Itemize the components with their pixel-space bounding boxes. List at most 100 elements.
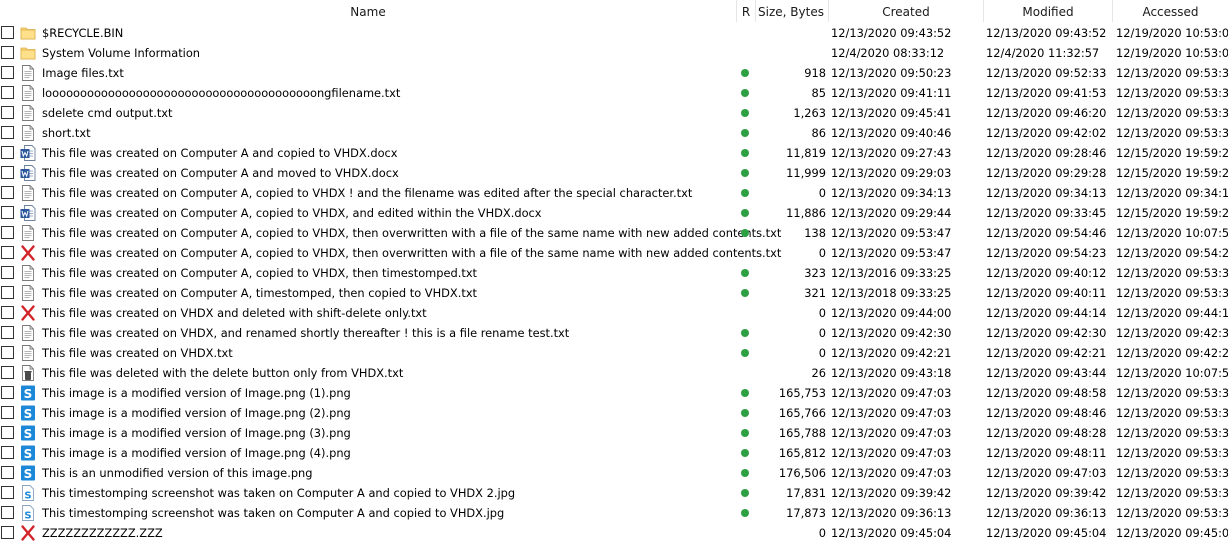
column-header-accessed[interactable]: Accessed bbox=[1113, 0, 1228, 22]
row-checkbox[interactable] bbox=[1, 226, 14, 239]
row-checkbox[interactable] bbox=[1, 206, 14, 219]
file-name[interactable]: $RECYCLE.BIN bbox=[42, 23, 123, 43]
file-name[interactable]: This file was created on VHDX and delete… bbox=[42, 303, 427, 323]
file-row[interactable]: This file was created on Computer A, cop… bbox=[0, 203, 1228, 223]
file-name[interactable]: This file was created on Computer A, cop… bbox=[42, 183, 692, 203]
file-row[interactable]: S This timestomping screenshot was taken … bbox=[0, 503, 1228, 523]
file-name[interactable]: This file was created on Computer A, cop… bbox=[42, 223, 781, 243]
row-checkbox[interactable] bbox=[1, 126, 14, 139]
file-row[interactable]: This file was created on Computer A, cop… bbox=[0, 183, 1228, 203]
file-row[interactable]: This file was created on Computer A, cop… bbox=[0, 223, 1228, 243]
file-name[interactable]: ZZZZZZZZZZZZ.ZZZ bbox=[42, 523, 163, 543]
file-row[interactable]: This file was created on Computer A and … bbox=[0, 163, 1228, 183]
file-row[interactable]: S This image is a modified version of Ima… bbox=[0, 383, 1228, 403]
row-checkbox[interactable] bbox=[1, 326, 14, 339]
row-checkbox[interactable] bbox=[1, 146, 14, 159]
row-checkbox[interactable] bbox=[1, 66, 14, 79]
file-size: 918 bbox=[804, 66, 826, 80]
file-name[interactable]: This file was created on Computer A, cop… bbox=[42, 203, 542, 223]
row-checkbox[interactable] bbox=[1, 26, 14, 39]
file-name[interactable]: This file was created on Computer A and … bbox=[42, 163, 399, 183]
file-row[interactable]: This file was created on Computer A, cop… bbox=[0, 243, 1228, 263]
column-header-name[interactable]: Name bbox=[0, 0, 736, 22]
column-header-size[interactable]: Size, Bytes bbox=[756, 0, 826, 22]
file-size: 11,819 bbox=[786, 146, 826, 160]
file-name[interactable]: This file was deleted with the delete bu… bbox=[42, 363, 403, 383]
row-checkbox[interactable] bbox=[1, 426, 14, 439]
row-checkbox[interactable] bbox=[1, 246, 14, 259]
row-checkbox[interactable] bbox=[1, 466, 14, 479]
file-row[interactable]: This file was created on VHDX and delete… bbox=[0, 303, 1228, 323]
file-name[interactable]: sdelete cmd output.txt bbox=[42, 103, 173, 123]
file-row[interactable]: This file was created on VHDX, and renam… bbox=[0, 323, 1228, 343]
row-checkbox[interactable] bbox=[1, 446, 14, 459]
file-row[interactable]: This file was created on Computer A, cop… bbox=[0, 263, 1228, 283]
file-row[interactable]: S This is an unmodified version of this i… bbox=[0, 463, 1228, 483]
row-checkbox[interactable] bbox=[1, 486, 14, 499]
modified-date: 12/13/2020 09:33:45 bbox=[986, 206, 1107, 220]
file-name[interactable]: This image is a modified version of Imag… bbox=[42, 443, 351, 463]
row-checkbox[interactable] bbox=[1, 526, 14, 539]
file-size: 17,831 bbox=[786, 486, 826, 500]
row-checkbox[interactable] bbox=[1, 266, 14, 279]
row-checkbox[interactable] bbox=[1, 306, 14, 319]
accessed-date: 12/13/2020 09:53:39 bbox=[1116, 466, 1228, 480]
file-row[interactable]: This file was created on VHDX.txt 0 12/13/… bbox=[0, 343, 1228, 363]
row-checkbox[interactable] bbox=[1, 166, 14, 179]
file-row[interactable]: Image files.txt 918 12/13/2020 09:50:23 12/… bbox=[0, 63, 1228, 83]
created-date: 12/13/2020 09:41:11 bbox=[831, 86, 952, 100]
file-name[interactable]: looooooooooooooooooooooooooooooooooooooo… bbox=[42, 83, 400, 103]
row-checkbox[interactable] bbox=[1, 366, 14, 379]
file-row[interactable]: ZZZZZZZZZZZZ.ZZZ 0 12/13/2020 09:45:04 12/1… bbox=[0, 523, 1228, 543]
row-checkbox[interactable] bbox=[1, 346, 14, 359]
file-name[interactable]: This file was created on Computer A and … bbox=[42, 143, 398, 163]
file-row[interactable]: sdelete cmd output.txt 1,263 12/13/2020 09… bbox=[0, 103, 1228, 123]
resident-status-dot bbox=[741, 389, 749, 397]
text-file-icon bbox=[20, 324, 36, 342]
file-row[interactable]: $RECYCLE.BIN 12/13/2020 09:43:52 12/13/202… bbox=[0, 23, 1228, 43]
row-checkbox[interactable] bbox=[1, 406, 14, 419]
file-row[interactable]: S This image is a modified version of Ima… bbox=[0, 423, 1228, 443]
file-name[interactable]: This timestomping screenshot was taken o… bbox=[42, 503, 504, 523]
file-name[interactable]: This image is a modified version of Imag… bbox=[42, 403, 351, 423]
file-name[interactable]: System Volume Information bbox=[42, 43, 200, 63]
created-date: 12/13/2020 09:27:43 bbox=[831, 146, 952, 160]
file-name[interactable]: Image files.txt bbox=[42, 63, 124, 83]
row-checkbox[interactable] bbox=[1, 106, 14, 119]
file-name[interactable]: This file was created on Computer A, cop… bbox=[42, 263, 477, 283]
file-name[interactable]: This file was created on Computer A, tim… bbox=[42, 283, 477, 303]
modified-date: 12/13/2020 09:47:03 bbox=[986, 466, 1107, 480]
file-name[interactable]: This file was created on VHDX, and renam… bbox=[42, 323, 569, 343]
image-file-icon: S bbox=[20, 464, 36, 482]
file-name[interactable]: This image is a modified version of Imag… bbox=[42, 383, 351, 403]
file-row[interactable]: looooooooooooooooooooooooooooooooooooooo… bbox=[0, 83, 1228, 103]
file-name[interactable]: short.txt bbox=[42, 123, 91, 143]
file-name[interactable]: This is an unmodified version of this im… bbox=[42, 463, 313, 483]
row-checkbox[interactable] bbox=[1, 186, 14, 199]
file-row[interactable]: S This image is a modified version of Ima… bbox=[0, 403, 1228, 423]
modified-date: 12/13/2020 09:54:23 bbox=[986, 246, 1107, 260]
file-row[interactable]: short.txt 86 12/13/2020 09:40:46 12/13/2020… bbox=[0, 123, 1228, 143]
file-name[interactable]: This timestomping screenshot was taken o… bbox=[42, 483, 515, 503]
resident-status-dot bbox=[741, 289, 749, 297]
row-checkbox[interactable] bbox=[1, 286, 14, 299]
file-row[interactable]: This file was deleted with the delete bu… bbox=[0, 363, 1228, 383]
row-checkbox[interactable] bbox=[1, 506, 14, 519]
file-name[interactable]: This file was created on VHDX.txt bbox=[42, 343, 233, 363]
file-row[interactable]: This file was created on Computer A and … bbox=[0, 143, 1228, 163]
file-size: 165,766 bbox=[778, 406, 826, 420]
file-name[interactable]: This image is a modified version of Imag… bbox=[42, 423, 351, 443]
file-name[interactable]: This file was created on Computer A, cop… bbox=[42, 243, 781, 263]
row-checkbox[interactable] bbox=[1, 386, 14, 399]
file-row[interactable]: S This timestomping screenshot was taken … bbox=[0, 483, 1228, 503]
modified-date: 12/13/2020 09:42:21 bbox=[986, 346, 1107, 360]
column-header-modified[interactable]: Modified bbox=[984, 0, 1112, 22]
row-checkbox[interactable] bbox=[1, 86, 14, 99]
file-row[interactable]: System Volume Information 12/4/2020 08:33… bbox=[0, 43, 1228, 63]
created-date: 12/13/2020 09:42:21 bbox=[831, 346, 952, 360]
file-row[interactable]: This file was created on Computer A, tim… bbox=[0, 283, 1228, 303]
column-header-created[interactable]: Created bbox=[829, 0, 983, 22]
row-checkbox[interactable] bbox=[1, 46, 14, 59]
column-header-r[interactable]: R bbox=[737, 0, 755, 22]
file-row[interactable]: S This image is a modified version of Ima… bbox=[0, 443, 1228, 463]
